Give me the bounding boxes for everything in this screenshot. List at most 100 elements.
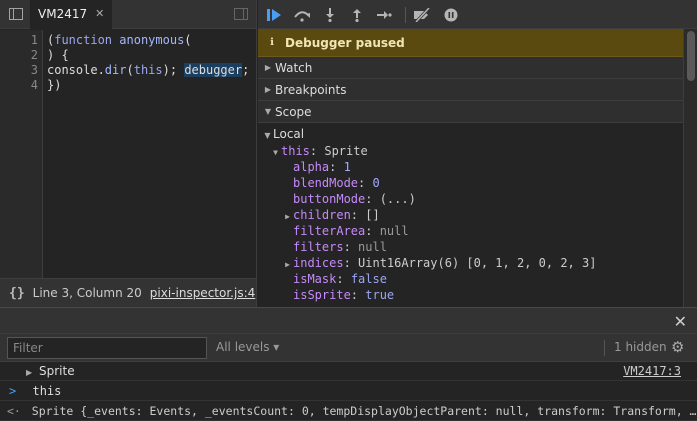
- pretty-print-icon[interactable]: {}: [9, 286, 25, 301]
- scope-tree: ▼ Local ▼ this: Sprite alpha: 1 blendMode: …: [258, 124, 683, 307]
- prop-separator: :: [336, 272, 351, 286]
- prop-value: 1: [343, 160, 351, 174]
- collapse-triangle-icon: ▼: [264, 107, 272, 116]
- line-gutter: 1 2 3 4: [0, 30, 43, 278]
- prop-name: alpha: [293, 160, 330, 174]
- deactivate-breakpoints-button[interactable]: [412, 5, 432, 25]
- step-icon: [377, 11, 392, 19]
- source-link[interactable]: VM2417:3: [623, 362, 681, 380]
- section-watch[interactable]: ▶ Watch: [258, 57, 683, 79]
- section-scope[interactable]: ▼ Scope: [258, 101, 683, 123]
- source-map-link[interactable]: pixi-inspector.js:4: [150, 286, 255, 300]
- scope-local[interactable]: ▼ Local: [262, 126, 304, 142]
- editor-tab-bar: VM2417 ✕: [0, 0, 256, 29]
- code-token-highlight: debugger: [184, 63, 243, 77]
- step-over-button[interactable]: [292, 5, 312, 25]
- step-out-icon: [353, 9, 361, 22]
- tab-vm2417[interactable]: VM2417 ✕: [30, 0, 113, 29]
- code-token: this: [133, 63, 163, 77]
- console-messages: ▶ Sprite VM2417:3 > this <· Sprite {_eve…: [0, 362, 697, 421]
- line-number[interactable]: 3: [31, 63, 38, 78]
- step-into-button[interactable]: [320, 5, 340, 25]
- prop-value: : Sprite: [309, 144, 368, 158]
- hidden-count: 1 hidden: [614, 340, 667, 354]
- prop-name: isMask: [293, 272, 337, 286]
- prop-name: isSprite: [293, 288, 351, 302]
- section-breakpoints[interactable]: ▶ Breakpoints: [258, 79, 683, 101]
- tab-title: VM2417: [38, 6, 88, 21]
- scope-prop-row[interactable]: alpha: 1: [282, 159, 351, 175]
- prop-separator: :: [365, 224, 380, 238]
- info-icon: ℹ: [270, 37, 274, 48]
- debugger-paused-banner: ℹ Debugger paused: [258, 29, 683, 57]
- drawer-tab-bar: ✕: [0, 307, 697, 334]
- code-token: dir: [104, 63, 127, 77]
- resume-icon: [267, 9, 281, 21]
- expand-triangle-icon: ▶: [264, 85, 272, 94]
- code-token: (: [184, 33, 192, 47]
- line-number[interactable]: 1: [31, 33, 38, 48]
- sources-pane: VM2417 ✕ 1 2 3 4 (function anonymous( ) …: [0, 0, 257, 307]
- step-over-icon: [294, 11, 310, 22]
- tab-close-icon[interactable]: ✕: [95, 7, 104, 20]
- console-filter-input[interactable]: [7, 337, 207, 359]
- prop-name: indices: [293, 256, 344, 270]
- resume-button[interactable]: [264, 5, 284, 25]
- scope-prop-row[interactable]: isSprite: true: [282, 287, 394, 303]
- console-row-result[interactable]: <· Sprite {_events: Events, _eventsCount…: [0, 402, 697, 421]
- sidebar-scrollbar[interactable]: [683, 29, 697, 307]
- step-out-button[interactable]: [347, 5, 367, 25]
- scope-prop-row[interactable]: blendMode: 0: [282, 175, 380, 191]
- collapse-triangle-icon: ▼: [273, 148, 278, 157]
- cursor-position: Line 3, Column 20: [32, 286, 142, 300]
- console-row-log[interactable]: ▶ Sprite VM2417:3: [0, 362, 697, 381]
- prop-name: filters: [293, 240, 344, 254]
- prop-separator: :: [329, 160, 344, 174]
- section-title: Scope: [275, 104, 312, 119]
- debugger-toolbar: [258, 0, 697, 29]
- divider: [604, 340, 605, 356]
- input-prompt-icon: >: [9, 384, 17, 398]
- step-button[interactable]: [374, 5, 394, 25]
- prop-name: blendMode: [293, 176, 359, 190]
- prop-separator: :: [365, 192, 380, 206]
- line-number[interactable]: 2: [31, 48, 38, 63]
- scrollbar-thumb[interactable]: [687, 31, 695, 81]
- result-prompt-icon: <·: [7, 404, 21, 418]
- scope-prop-row[interactable]: ▶ indices: Uint16Array(6) [0, 1, 2, 0, 2,…: [282, 255, 596, 271]
- prop-value: []: [365, 208, 380, 222]
- gear-icon[interactable]: ⚙: [671, 338, 684, 356]
- expand-triangle-icon: ▶: [26, 368, 33, 377]
- scope-prop-row[interactable]: filters: null: [282, 239, 387, 255]
- prop-separator: :: [350, 208, 366, 222]
- close-drawer-icon[interactable]: ✕: [674, 312, 687, 331]
- code-line-1: (function anonymous(: [47, 33, 192, 48]
- debugger-sidebar-toggle-icon[interactable]: [234, 8, 248, 20]
- prop-separator: :: [343, 256, 359, 270]
- scope-name: Local: [273, 127, 305, 141]
- logged-object: Sprite: [38, 364, 75, 378]
- scope-prop-row[interactable]: filterArea: null: [282, 223, 409, 239]
- prop-value: false: [350, 272, 387, 286]
- prop-value: (...): [379, 192, 416, 206]
- prop-value: true: [365, 288, 395, 302]
- code-editor[interactable]: (function anonymous( ) { console.dir(thi…: [43, 30, 256, 278]
- scope-prop-row[interactable]: isMask: false: [282, 271, 387, 287]
- collapse-triangle-icon: ▼: [264, 131, 271, 140]
- scope-prop-row[interactable]: buttonMode: (...): [282, 191, 416, 207]
- section-title: Watch: [275, 60, 313, 75]
- scope-this[interactable]: ▼ this: Sprite: [270, 143, 368, 159]
- code-token: );: [162, 63, 185, 77]
- log-levels-dropdown[interactable]: All levels ▾: [216, 340, 279, 354]
- navigator-toggle-icon[interactable]: [9, 8, 23, 20]
- prop-name: children: [293, 208, 351, 222]
- code-token: anonymous: [119, 33, 185, 47]
- console-row-input[interactable]: > this: [0, 382, 697, 401]
- pause-on-exceptions-button[interactable]: [441, 5, 461, 25]
- prop-separator: :: [343, 240, 359, 254]
- prop-value: null: [358, 240, 387, 254]
- line-number[interactable]: 4: [31, 78, 38, 93]
- scope-prop-row[interactable]: ▶ children: []: [282, 207, 380, 223]
- prop-separator: :: [358, 176, 373, 190]
- code-token: console.: [47, 63, 105, 77]
